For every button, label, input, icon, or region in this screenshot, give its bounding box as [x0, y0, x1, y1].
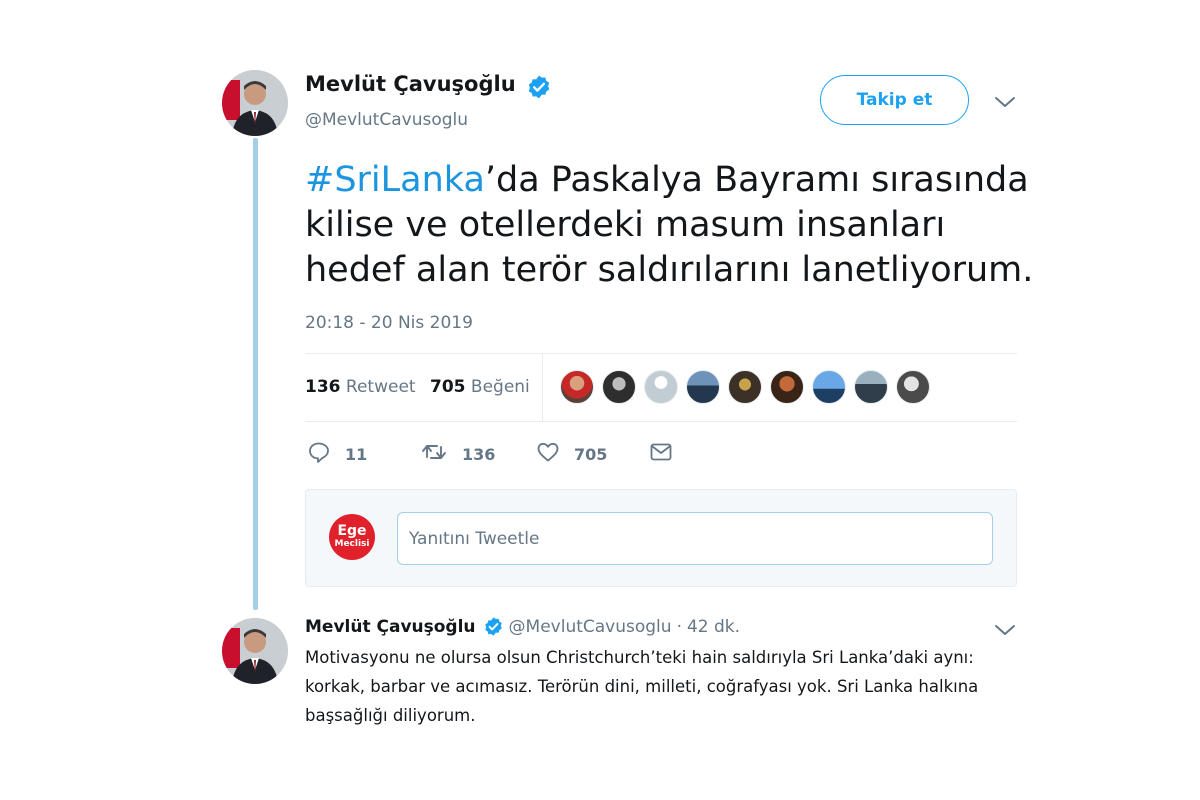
reply-author-name[interactable]: Mevlüt Çavuşoğlu	[305, 617, 476, 637]
liker-avatar[interactable]	[728, 370, 762, 404]
liker-avatar[interactable]	[560, 370, 594, 404]
direct-message-button[interactable]	[649, 440, 673, 468]
verified-badge-icon	[526, 74, 552, 104]
current-user-avatar-line1: Ege	[337, 523, 367, 539]
reply-header: Mevlüt Çavuşoğlu @MevlutCavusoglu · 42 d…	[305, 616, 740, 637]
divider	[305, 421, 1017, 422]
reply-separator: ·	[676, 616, 682, 637]
liker-avatar[interactable]	[644, 370, 678, 404]
chevron-down-icon[interactable]	[994, 622, 1016, 641]
reply-icon	[307, 440, 331, 468]
like-heart-icon	[536, 440, 560, 468]
chevron-down-icon[interactable]	[994, 94, 1016, 113]
retweet-stat[interactable]: 136 Retweet	[305, 377, 416, 397]
liker-avatar[interactable]	[686, 370, 720, 404]
like-stat[interactable]: 705 Beğeni	[430, 377, 530, 397]
like-stat-count: 705	[430, 377, 466, 397]
thread-connector-line	[253, 138, 258, 610]
liker-avatars	[560, 370, 930, 404]
verified-badge-icon	[483, 616, 504, 637]
reply-author-handle[interactable]: @MevlutCavusoglu	[509, 617, 672, 637]
like-count: 705	[574, 444, 608, 464]
author-name[interactable]: Mevlüt Çavuşoğlu	[305, 72, 516, 96]
liker-avatar[interactable]	[896, 370, 930, 404]
reply-button[interactable]: 11	[307, 440, 367, 468]
retweet-stat-label: Retweet	[345, 377, 416, 397]
liker-avatar[interactable]	[770, 370, 804, 404]
follow-button[interactable]: Takip et	[820, 75, 969, 125]
reply-count: 11	[345, 444, 368, 464]
like-button[interactable]: 705	[536, 440, 607, 468]
hashtag-link[interactable]: #SriLanka	[305, 160, 485, 200]
author-avatar[interactable]	[222, 70, 288, 136]
current-user-avatar-line2: Meclisi	[334, 539, 370, 549]
liker-avatar[interactable]	[812, 370, 846, 404]
retweet-icon	[420, 440, 448, 468]
reply-text: Motivasyonu ne olursa olsun Christchurch…	[305, 648, 979, 725]
current-user-avatar[interactable]: Ege Meclisi	[329, 514, 375, 560]
stats-divider	[542, 354, 543, 421]
retweet-count: 136	[462, 444, 496, 464]
reply-author-avatar[interactable]	[222, 618, 288, 684]
divider	[305, 353, 1017, 354]
retweet-button[interactable]: 136	[420, 440, 495, 468]
tweet-timestamp[interactable]: 20:18 - 20 Nis 2019	[305, 313, 473, 333]
liker-avatar[interactable]	[854, 370, 888, 404]
tweet-text: #SriLanka’da Paskalya Bayramı sırasında …	[305, 158, 1045, 293]
reply-timestamp[interactable]: 42 dk.	[687, 617, 740, 637]
like-stat-label: Beğeni	[470, 377, 530, 397]
reply-input[interactable]	[397, 512, 993, 565]
liker-avatar[interactable]	[602, 370, 636, 404]
retweet-stat-count: 136	[305, 377, 341, 397]
author-handle[interactable]: @MevlutCavusoglu	[305, 110, 468, 130]
direct-message-icon	[649, 440, 673, 468]
